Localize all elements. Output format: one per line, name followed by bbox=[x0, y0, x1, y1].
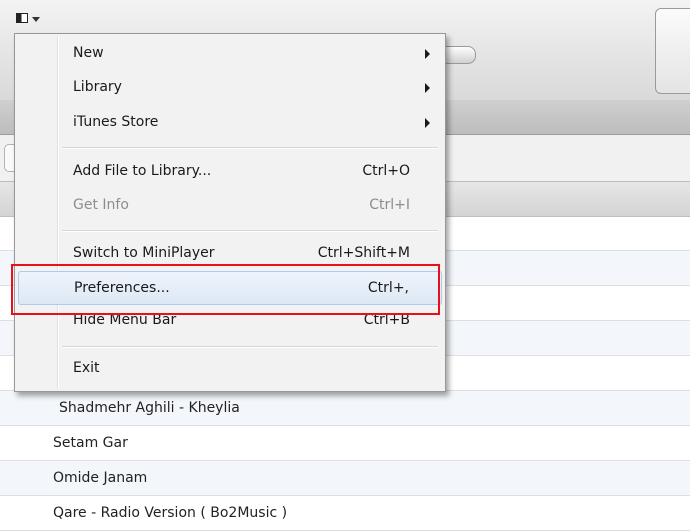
submenu-arrow-icon bbox=[425, 118, 430, 128]
song-row[interactable]: Shadmehr Aghili - Kheylia bbox=[0, 391, 690, 426]
menu-item-label: Get Info bbox=[73, 197, 129, 213]
window-menu-icon bbox=[16, 13, 28, 23]
menu-separator bbox=[62, 346, 438, 348]
menu-item-label: Switch to MiniPlayer bbox=[73, 245, 215, 261]
menu-item-new[interactable]: New bbox=[18, 37, 442, 71]
app-dropdown-menu: New Library iTunes Store Add File to Lib… bbox=[14, 33, 446, 392]
highlight-annotation-box bbox=[11, 264, 440, 315]
menu-item-label: Add File to Library... bbox=[73, 163, 212, 179]
menu-item-library[interactable]: Library bbox=[18, 71, 442, 105]
caret-down-icon bbox=[32, 17, 40, 22]
menu-item-shortcut: Ctrl+O bbox=[362, 163, 410, 179]
song-title: Omide Janam bbox=[53, 470, 148, 486]
menu-item-add-file[interactable]: Add File to Library... Ctrl+O bbox=[18, 155, 442, 189]
menu-item-label: Exit bbox=[73, 360, 100, 376]
menu-item-label: iTunes Store bbox=[73, 114, 159, 130]
app-menu-button[interactable] bbox=[14, 8, 54, 30]
submenu-arrow-icon bbox=[425, 83, 430, 93]
song-row[interactable]: Setam Gar bbox=[0, 426, 690, 461]
menu-separator bbox=[62, 147, 438, 149]
submenu-arrow-icon bbox=[425, 49, 430, 59]
song-title: Qare - Radio Version ( Bo2Music ) bbox=[53, 505, 288, 521]
menu-item-shortcut: Ctrl+Shift+M bbox=[317, 245, 410, 261]
menu-item-itunes-store[interactable]: iTunes Store bbox=[18, 106, 442, 140]
menu-item-label: Library bbox=[73, 79, 122, 95]
menu-item-label: New bbox=[73, 45, 104, 61]
song-title: Shadmehr Aghili - Kheylia bbox=[59, 400, 240, 416]
menu-item-exit[interactable]: Exit bbox=[18, 352, 442, 386]
song-row[interactable]: Omide Janam bbox=[0, 461, 690, 496]
menu-item-get-info[interactable]: Get Info Ctrl+I bbox=[18, 189, 442, 223]
song-title: Setam Gar bbox=[53, 435, 128, 451]
menu-item-shortcut: Ctrl+I bbox=[369, 197, 410, 213]
menu-separator bbox=[62, 230, 438, 232]
now-playing-display bbox=[655, 8, 690, 94]
